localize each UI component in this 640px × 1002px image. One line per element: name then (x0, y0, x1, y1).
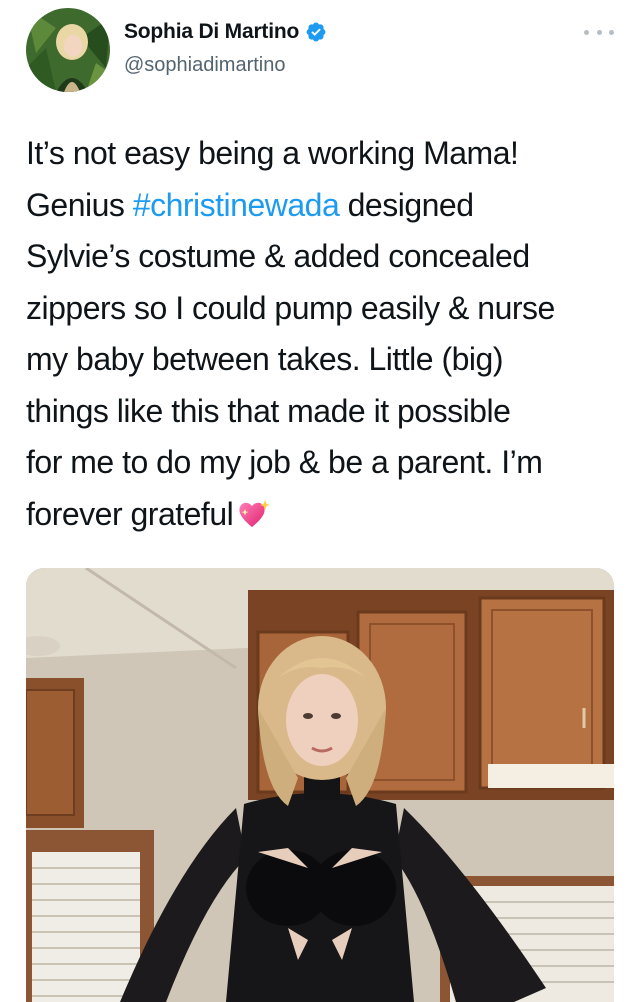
hashtag-link[interactable]: #christinewada (133, 187, 340, 223)
more-options-icon[interactable] (584, 24, 614, 40)
tweet-line: Sylvie’s costume & added concealed (26, 238, 530, 274)
sparkling-heart-icon (239, 499, 271, 527)
tweet-line: forever grateful (26, 489, 626, 541)
verified-badge-icon (306, 22, 326, 42)
tweet-line: Genius #christinewada designed (26, 186, 474, 223)
tweet-photo[interactable] (26, 568, 614, 1002)
tweet-line: zippers so I could pump easily & nurse (26, 289, 555, 326)
tweet-line: my baby between takes. Little (big) (26, 341, 503, 377)
tweet-line: things like this that made it possible (26, 392, 511, 429)
avatar[interactable] (26, 8, 110, 92)
tweet-header: Sophia Di Martino @sophiadimartino (0, 0, 640, 110)
display-name[interactable]: Sophia Di Martino (124, 20, 299, 44)
avatar-photo (26, 8, 110, 92)
tweet-line: for me to do my job & be a parent. I’m (26, 444, 543, 480)
name-row: Sophia Di Martino (124, 20, 327, 44)
tweet-line: It’s not easy being a working Mama! (26, 135, 519, 171)
photo-media (26, 568, 614, 1002)
handle[interactable]: @sophiadimartino (124, 54, 286, 77)
tweet-text: It’s not easy being a working Mama! Geni… (26, 128, 626, 540)
